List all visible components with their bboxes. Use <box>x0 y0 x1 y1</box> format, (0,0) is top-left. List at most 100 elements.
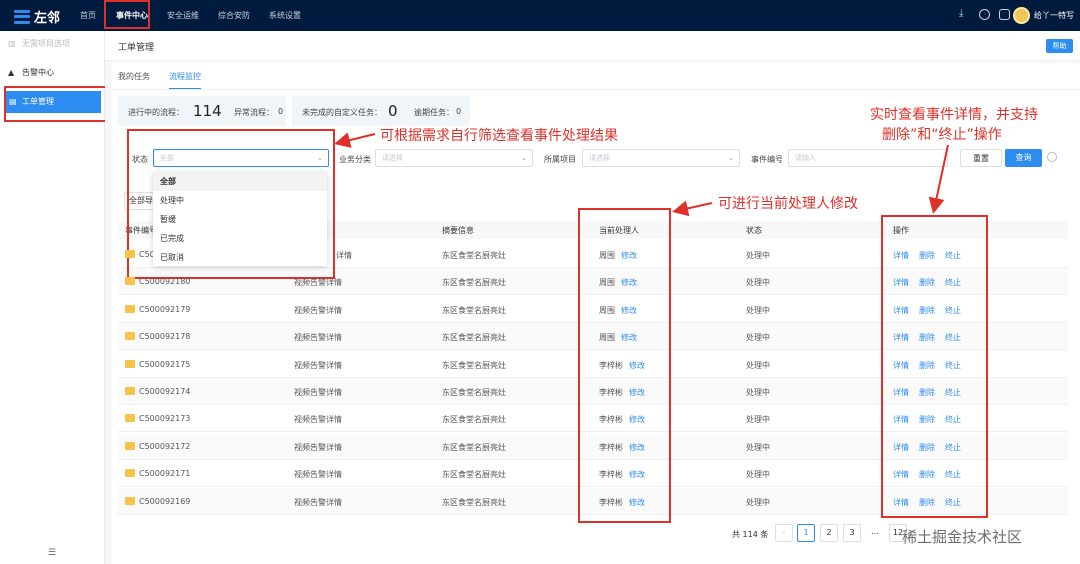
location-cell: 东区食堂名厨亮灶 <box>442 305 506 315</box>
edit-handler-link[interactable]: 修改 <box>621 277 637 288</box>
event-id-text: C500092178 <box>139 332 191 342</box>
detail-link[interactable]: 详情 <box>893 332 909 343</box>
event-id-cell: C500092175 <box>125 359 191 369</box>
detail-link[interactable]: 详情 <box>893 469 909 480</box>
terminate-link[interactable]: 终止 <box>945 469 961 480</box>
delete-link[interactable]: 删除 <box>919 332 935 343</box>
location-cell: 东区食堂名厨亮灶 <box>442 497 506 507</box>
dropdown-option[interactable]: 处理中 <box>153 191 327 210</box>
detail-link[interactable]: 详情 <box>893 305 909 316</box>
terminate-link[interactable]: 终止 <box>945 250 961 261</box>
event-id-text: C500092172 <box>139 441 191 451</box>
summary-cell: 视频告警详情 <box>294 360 342 370</box>
edit-handler-link[interactable]: 修改 <box>621 332 637 343</box>
terminate-link[interactable]: 终止 <box>945 277 961 288</box>
folder-icon <box>125 414 135 423</box>
event-id-cell: C500092171 <box>125 469 190 478</box>
folder-icon <box>125 277 135 286</box>
detail-link[interactable]: 详情 <box>893 387 909 398</box>
delete-link[interactable]: 删除 <box>919 442 935 453</box>
location-cell: 东区食堂名厨亮灶 <box>442 251 506 260</box>
event-id-cell: C50 <box>125 250 155 259</box>
dropdown-option[interactable]: 已取消 <box>153 248 327 267</box>
delete-link[interactable]: 删除 <box>919 497 935 508</box>
detail-link[interactable]: 详情 <box>893 414 909 425</box>
handler-cell: 周围 <box>599 251 615 260</box>
event-id-text: C500092179 <box>139 304 191 314</box>
folder-icon <box>125 441 135 450</box>
edit-handler-link[interactable]: 修改 <box>629 360 645 371</box>
folder-icon <box>125 332 135 341</box>
edit-handler-link[interactable]: 修改 <box>629 414 645 425</box>
handler-cell: 李梓彬 <box>599 497 623 507</box>
handler-cell: 李梓彬 <box>599 360 623 370</box>
summary-cell: 视频告警详情 <box>294 497 342 507</box>
terminate-link[interactable]: 终止 <box>945 305 961 316</box>
arrow-handler <box>672 200 713 217</box>
handler-cell: 李梓彬 <box>599 470 623 480</box>
arrow-filter <box>334 132 376 148</box>
terminate-link[interactable]: 终止 <box>945 360 961 371</box>
delete-link[interactable]: 删除 <box>919 469 935 480</box>
handler-cell: 李梓彬 <box>599 415 623 425</box>
location-cell: 东区食堂名厨亮灶 <box>442 360 506 370</box>
delete-link[interactable]: 删除 <box>919 305 935 316</box>
status-dropdown: 全部 处理中 暂缓 已完成 已取消 <box>153 172 327 266</box>
terminate-link[interactable]: 终止 <box>945 332 961 343</box>
event-id-cell: C500092178 <box>125 332 190 341</box>
event-id-text: C500092180 <box>139 277 191 287</box>
handler-cell: 周围 <box>599 333 615 343</box>
summary-cell: 详情 <box>336 251 352 260</box>
edit-handler-link[interactable]: 修改 <box>629 497 645 508</box>
status-cell: 处理中 <box>746 333 770 343</box>
dropdown-option[interactable]: 暂缓 <box>153 210 327 229</box>
detail-link[interactable]: 详情 <box>893 250 909 261</box>
folder-icon <box>125 304 135 313</box>
event-id-cell: C500092172 <box>125 441 191 451</box>
dropdown-option[interactable]: 已完成 <box>153 229 327 248</box>
status-cell: 处理中 <box>746 442 770 452</box>
terminate-link[interactable]: 终止 <box>945 414 961 425</box>
detail-link[interactable]: 详情 <box>893 277 909 288</box>
delete-link[interactable]: 删除 <box>919 414 935 425</box>
delete-link[interactable]: 删除 <box>919 360 935 371</box>
handler-cell: 李梓彬 <box>599 388 623 397</box>
handler-cell: 周围 <box>599 278 615 288</box>
edit-handler-link[interactable]: 修改 <box>629 387 645 398</box>
event-id-text: C500092175 <box>139 359 191 369</box>
folder-icon <box>125 496 135 505</box>
status-cell: 处理中 <box>746 388 770 397</box>
edit-handler-link[interactable]: 修改 <box>621 250 637 261</box>
status-cell: 处理中 <box>746 360 770 370</box>
terminate-link[interactable]: 终止 <box>945 442 961 453</box>
status-cell: 处理中 <box>746 470 770 480</box>
location-cell: 东区食堂名厨亮灶 <box>442 442 506 452</box>
delete-link[interactable]: 删除 <box>919 387 935 398</box>
location-cell: 东区食堂名厨亮灶 <box>442 388 506 397</box>
detail-link[interactable]: 详情 <box>893 360 909 371</box>
handler-cell: 周围 <box>599 305 615 315</box>
edit-handler-link[interactable]: 修改 <box>629 469 645 480</box>
location-cell: 东区食堂名厨亮灶 <box>442 415 506 425</box>
edit-handler-link[interactable]: 修改 <box>621 305 637 316</box>
folder-icon <box>125 250 135 258</box>
summary-cell: 视频告警详情 <box>294 415 342 425</box>
detail-link[interactable]: 详情 <box>893 497 909 508</box>
event-id-cell: C500092173 <box>125 414 190 423</box>
location-cell: 东区食堂名厨亮灶 <box>442 470 506 480</box>
event-id-text: C500092171 <box>139 469 191 479</box>
status-cell: 处理中 <box>746 497 770 507</box>
delete-link[interactable]: 删除 <box>919 250 935 261</box>
event-id-text: C500092169 <box>139 496 191 506</box>
folder-icon <box>125 387 135 395</box>
terminate-link[interactable]: 终止 <box>945 497 961 508</box>
terminate-link[interactable]: 终止 <box>945 387 961 398</box>
summary-cell: 视频告警详情 <box>294 305 342 315</box>
folder-icon <box>125 359 135 368</box>
location-cell: 东区食堂名厨亮灶 <box>442 333 506 343</box>
delete-link[interactable]: 删除 <box>919 277 935 288</box>
dropdown-option[interactable]: 全部 <box>153 172 327 191</box>
edit-handler-link[interactable]: 修改 <box>629 442 645 453</box>
event-id-cell: C500092180 <box>125 277 190 286</box>
detail-link[interactable]: 详情 <box>893 442 909 453</box>
